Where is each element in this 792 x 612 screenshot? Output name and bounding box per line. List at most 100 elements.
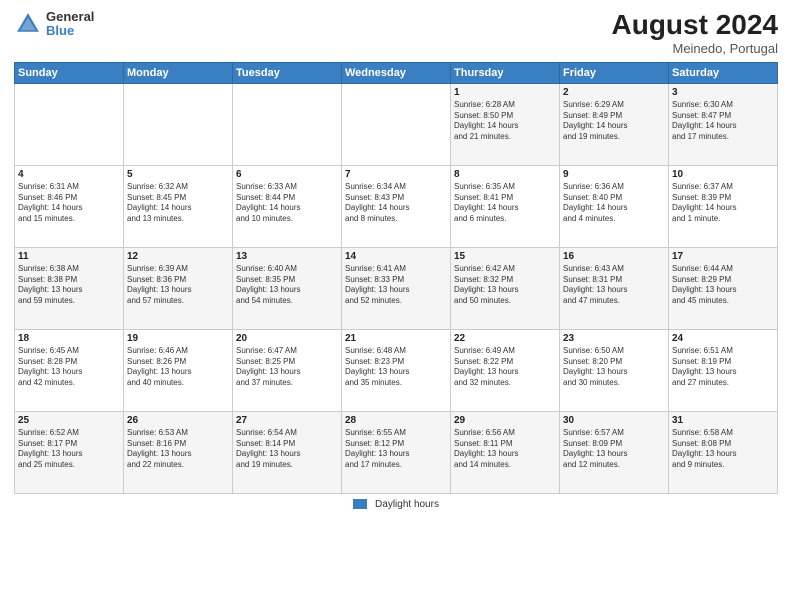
day-cell: 10Sunrise: 6:37 AM Sunset: 8:39 PM Dayli… xyxy=(669,165,778,247)
day-info: Sunrise: 6:38 AM Sunset: 8:38 PM Dayligh… xyxy=(18,264,120,307)
week-row-0: 1Sunrise: 6:28 AM Sunset: 8:50 PM Daylig… xyxy=(15,83,778,165)
logo: General Blue xyxy=(14,10,94,39)
day-number: 29 xyxy=(454,415,556,426)
day-info: Sunrise: 6:32 AM Sunset: 8:45 PM Dayligh… xyxy=(127,182,229,225)
day-cell: 25 Sunrise: 6:52 AM Sunset: 8:17 PM Dayli… xyxy=(15,411,124,493)
day-cell: 15Sunrise: 6:42 AM Sunset: 8:32 PM Dayli… xyxy=(451,247,560,329)
day-cell: 24 Sunrise: 6:51 AM Sunset: 8:19 PM Dayli… xyxy=(669,329,778,411)
day-number: 13 xyxy=(236,251,338,262)
header-row: SundayMondayTuesdayWednesdayThursdayFrid… xyxy=(15,62,778,83)
day-cell: 3 Sunrise: 6:30 AM Sunset: 8:47 PM Daylig… xyxy=(669,83,778,165)
day-number: 1 xyxy=(454,87,556,98)
logo-blue-text: Blue xyxy=(46,24,94,38)
day-info: Sunrise: 6:34 AM Sunset: 8:43 PM Dayligh… xyxy=(345,182,447,225)
day-number: 30 xyxy=(563,415,665,426)
day-cell: 8Sunrise: 6:35 AM Sunset: 8:41 PM Daylig… xyxy=(451,165,560,247)
day-number: 2 xyxy=(563,87,665,98)
day-cell: 12 Sunrise: 6:39 AM Sunset: 8:36 PM Dayli… xyxy=(124,247,233,329)
day-number: 17 xyxy=(672,251,774,262)
day-cell: 19Sunrise: 6:46 AM Sunset: 8:26 PM Dayli… xyxy=(124,329,233,411)
day-info: Sunrise: 6:52 AM Sunset: 8:17 PM Dayligh… xyxy=(18,428,120,471)
day-info: Sunrise: 6:48 AM Sunset: 8:23 PM Dayligh… xyxy=(345,346,447,389)
day-info: Sunrise: 6:36 AM Sunset: 8:40 PM Dayligh… xyxy=(563,182,665,225)
day-cell: 5 Sunrise: 6:32 AM Sunset: 8:45 PM Daylig… xyxy=(124,165,233,247)
day-number: 5 xyxy=(127,169,229,180)
week-row-1: 4Sunrise: 6:31 AM Sunset: 8:46 PM Daylig… xyxy=(15,165,778,247)
day-cell: 22 Sunrise: 6:49 AM Sunset: 8:22 PM Dayli… xyxy=(451,329,560,411)
day-number: 22 xyxy=(454,333,556,344)
col-header-saturday: Saturday xyxy=(669,62,778,83)
day-info: Sunrise: 6:45 AM Sunset: 8:28 PM Dayligh… xyxy=(18,346,120,389)
day-number: 11 xyxy=(18,251,120,262)
col-header-thursday: Thursday xyxy=(451,62,560,83)
day-info: Sunrise: 6:50 AM Sunset: 8:20 PM Dayligh… xyxy=(563,346,665,389)
day-cell xyxy=(342,83,451,165)
day-info: Sunrise: 6:42 AM Sunset: 8:32 PM Dayligh… xyxy=(454,264,556,307)
day-cell xyxy=(233,83,342,165)
logo-text: General Blue xyxy=(46,10,94,39)
col-header-sunday: Sunday xyxy=(15,62,124,83)
day-number: 18 xyxy=(18,333,120,344)
col-header-monday: Monday xyxy=(124,62,233,83)
day-number: 24 xyxy=(672,333,774,344)
day-cell: 18 Sunrise: 6:45 AM Sunset: 8:28 PM Dayli… xyxy=(15,329,124,411)
day-info: Sunrise: 6:49 AM Sunset: 8:22 PM Dayligh… xyxy=(454,346,556,389)
col-header-tuesday: Tuesday xyxy=(233,62,342,83)
day-cell: 16 Sunrise: 6:43 AM Sunset: 8:31 PM Dayli… xyxy=(560,247,669,329)
day-cell: 27Sunrise: 6:54 AM Sunset: 8:14 PM Dayli… xyxy=(233,411,342,493)
day-cell: 9 Sunrise: 6:36 AM Sunset: 8:40 PM Daylig… xyxy=(560,165,669,247)
day-cell: 20Sunrise: 6:47 AM Sunset: 8:25 PM Dayli… xyxy=(233,329,342,411)
col-header-wednesday: Wednesday xyxy=(342,62,451,83)
location: Meinedo, Portugal xyxy=(612,41,779,56)
week-row-2: 11 Sunrise: 6:38 AM Sunset: 8:38 PM Dayli… xyxy=(15,247,778,329)
day-info: Sunrise: 6:29 AM Sunset: 8:49 PM Dayligh… xyxy=(563,100,665,143)
day-info: Sunrise: 6:40 AM Sunset: 8:35 PM Dayligh… xyxy=(236,264,338,307)
day-number: 14 xyxy=(345,251,447,262)
day-info: Sunrise: 6:56 AM Sunset: 8:11 PM Dayligh… xyxy=(454,428,556,471)
day-info: Sunrise: 6:55 AM Sunset: 8:12 PM Dayligh… xyxy=(345,428,447,471)
calendar-table: SundayMondayTuesdayWednesdayThursdayFrid… xyxy=(14,62,778,494)
day-number: 6 xyxy=(236,169,338,180)
page: General Blue August 2024 Meinedo, Portug… xyxy=(0,0,792,612)
day-number: 31 xyxy=(672,415,774,426)
day-cell: 6 Sunrise: 6:33 AM Sunset: 8:44 PM Daylig… xyxy=(233,165,342,247)
logo-icon xyxy=(14,10,42,38)
day-info: Sunrise: 6:30 AM Sunset: 8:47 PM Dayligh… xyxy=(672,100,774,143)
day-info: Sunrise: 6:44 AM Sunset: 8:29 PM Dayligh… xyxy=(672,264,774,307)
day-number: 3 xyxy=(672,87,774,98)
day-info: Sunrise: 6:57 AM Sunset: 8:09 PM Dayligh… xyxy=(563,428,665,471)
day-cell: 28Sunrise: 6:55 AM Sunset: 8:12 PM Dayli… xyxy=(342,411,451,493)
day-info: Sunrise: 6:54 AM Sunset: 8:14 PM Dayligh… xyxy=(236,428,338,471)
day-cell: 7 Sunrise: 6:34 AM Sunset: 8:43 PM Daylig… xyxy=(342,165,451,247)
logo-general-text: General xyxy=(46,10,94,24)
day-info: Sunrise: 6:58 AM Sunset: 8:08 PM Dayligh… xyxy=(672,428,774,471)
day-cell xyxy=(15,83,124,165)
day-info: Sunrise: 6:47 AM Sunset: 8:25 PM Dayligh… xyxy=(236,346,338,389)
day-number: 7 xyxy=(345,169,447,180)
day-number: 23 xyxy=(563,333,665,344)
day-info: Sunrise: 6:43 AM Sunset: 8:31 PM Dayligh… xyxy=(563,264,665,307)
day-number: 21 xyxy=(345,333,447,344)
day-info: Sunrise: 6:51 AM Sunset: 8:19 PM Dayligh… xyxy=(672,346,774,389)
day-number: 16 xyxy=(563,251,665,262)
day-cell: 2 Sunrise: 6:29 AM Sunset: 8:49 PM Daylig… xyxy=(560,83,669,165)
day-info: Sunrise: 6:39 AM Sunset: 8:36 PM Dayligh… xyxy=(127,264,229,307)
day-info: Sunrise: 6:31 AM Sunset: 8:46 PM Dayligh… xyxy=(18,182,120,225)
day-cell: 26Sunrise: 6:53 AM Sunset: 8:16 PM Dayli… xyxy=(124,411,233,493)
day-cell: 13 Sunrise: 6:40 AM Sunset: 8:35 PM Dayli… xyxy=(233,247,342,329)
day-cell: 11 Sunrise: 6:38 AM Sunset: 8:38 PM Dayli… xyxy=(15,247,124,329)
day-cell: 17 Sunrise: 6:44 AM Sunset: 8:29 PM Dayli… xyxy=(669,247,778,329)
day-info: Sunrise: 6:53 AM Sunset: 8:16 PM Dayligh… xyxy=(127,428,229,471)
day-cell: 21 Sunrise: 6:48 AM Sunset: 8:23 PM Dayli… xyxy=(342,329,451,411)
day-number: 9 xyxy=(563,169,665,180)
day-number: 25 xyxy=(18,415,120,426)
day-number: 10 xyxy=(672,169,774,180)
title-block: August 2024 Meinedo, Portugal xyxy=(612,10,779,56)
day-number: 12 xyxy=(127,251,229,262)
legend-color-box xyxy=(353,499,367,509)
day-info: Sunrise: 6:33 AM Sunset: 8:44 PM Dayligh… xyxy=(236,182,338,225)
day-cell: 23 Sunrise: 6:50 AM Sunset: 8:20 PM Dayli… xyxy=(560,329,669,411)
day-cell: 4Sunrise: 6:31 AM Sunset: 8:46 PM Daylig… xyxy=(15,165,124,247)
legend-label: Daylight hours xyxy=(375,499,439,510)
col-header-friday: Friday xyxy=(560,62,669,83)
